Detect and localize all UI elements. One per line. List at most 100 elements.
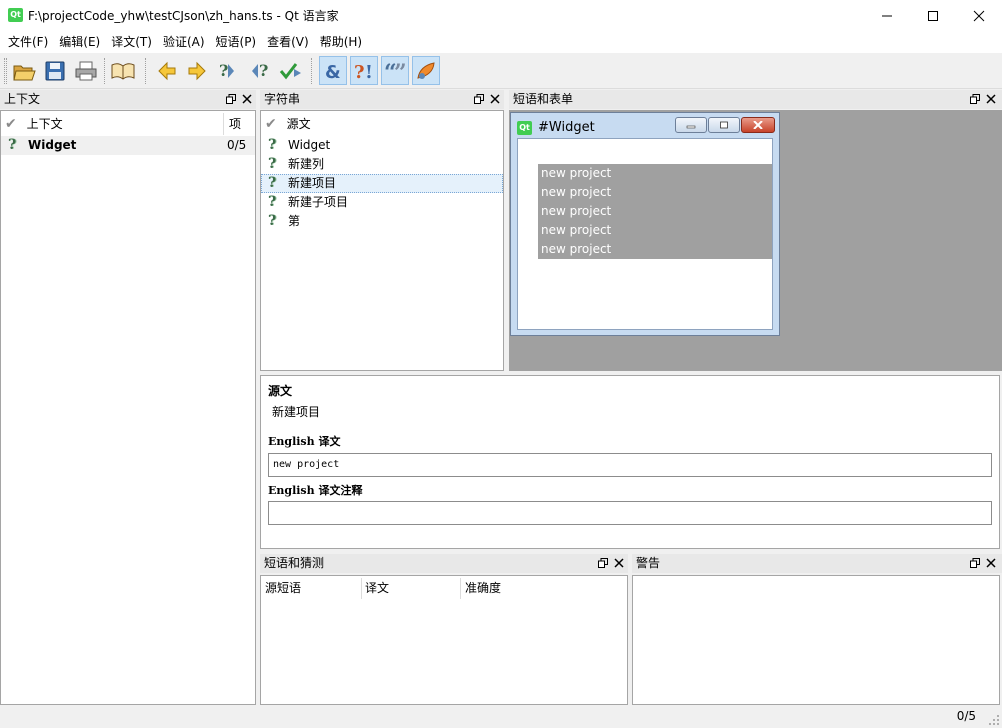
menu-edit[interactable]: 编辑(E): [54, 31, 105, 53]
source-label: 源文: [268, 384, 293, 398]
context-row-name: Widget: [28, 138, 77, 152]
window-title: F:\projectCode_yhw\testCJson\zh_hans.ts …: [28, 9, 339, 23]
context-list[interactable]: ✔ 上下文 项 ? Widget 0/5: [0, 110, 256, 705]
preview-maximize-button[interactable]: [708, 117, 740, 133]
close-icon: [986, 558, 996, 568]
ending-punctuation-button[interactable]: ? !: [350, 56, 378, 85]
context-float-button[interactable]: [225, 93, 237, 105]
ampersand-icon: &: [325, 62, 341, 82]
size-grip-icon[interactable]: [988, 714, 1000, 726]
question-mark-icon: ?: [8, 137, 17, 153]
source-header-label: 源文: [286, 117, 311, 131]
forms-close-button[interactable]: [985, 93, 997, 105]
qt-app-icon: Qt: [8, 8, 23, 22]
prev-button[interactable]: [153, 56, 181, 85]
svg-text:?: ?: [259, 61, 268, 80]
close-icon: [242, 94, 252, 104]
forms-float-button[interactable]: [969, 93, 981, 105]
form-preview-area[interactable]: Qt #Widget new project new project new p…: [509, 110, 1002, 371]
accelerators-button[interactable]: &: [319, 56, 347, 85]
place-marker-button[interactable]: [412, 56, 440, 85]
done-next-button[interactable]: [277, 56, 305, 85]
preview-list-item[interactable]: new project: [541, 221, 611, 240]
header-divider: [361, 578, 362, 599]
preview-minimize-button[interactable]: [675, 117, 707, 133]
next-button[interactable]: [183, 56, 211, 85]
string-row[interactable]: ? 新建列: [261, 155, 503, 174]
maximize-button[interactable]: [910, 0, 956, 31]
phrases-close-button[interactable]: [613, 557, 625, 569]
phrase-matches-button[interactable]: “ ”: [381, 56, 409, 85]
place-marker-icon: [417, 61, 435, 79]
status-count: 0/5: [956, 709, 976, 723]
source-phrase-header[interactable]: 源短语: [265, 576, 361, 600]
items-header[interactable]: 项: [229, 112, 255, 136]
translation-editor: 源文 新建项目 English 译文 new project English 译…: [260, 375, 1000, 549]
arrow-right-icon: [188, 61, 206, 80]
preview-list-item[interactable]: new project: [541, 164, 611, 183]
translation-header[interactable]: 译文: [365, 576, 461, 600]
title-bar: Qt F:\projectCode_yhw\testCJson\zh_hans.…: [0, 0, 1002, 31]
accuracy-header[interactable]: 准确度: [465, 576, 561, 600]
strings-float-button[interactable]: [473, 93, 485, 105]
context-dock-title-text: 上下文: [4, 92, 41, 106]
comment-label: English 译文注释: [268, 484, 363, 497]
menu-file[interactable]: 文件(F): [3, 31, 53, 53]
folder-open-icon: [13, 65, 36, 80]
open-button[interactable]: [10, 56, 38, 85]
context-header[interactable]: ✔ 上下文: [5, 112, 225, 136]
preview-list[interactable]: new project new project new project new …: [538, 164, 772, 259]
warnings-dock-title-text: 警告: [636, 556, 661, 570]
phrasebook-button[interactable]: [109, 56, 137, 85]
preview-list-item[interactable]: new project: [541, 240, 611, 259]
context-row[interactable]: ? Widget 0/5: [1, 136, 255, 155]
menu-phrases[interactable]: 短语(P): [211, 31, 262, 53]
string-row[interactable]: ? 新建子项目: [261, 193, 503, 212]
warnings-float-button[interactable]: [969, 557, 981, 569]
warnings-list[interactable]: [632, 575, 1000, 705]
menu-help[interactable]: 帮助(H): [315, 31, 367, 53]
preview-window[interactable]: Qt #Widget new project new project new p…: [510, 112, 780, 336]
string-row-text: 第: [288, 214, 301, 228]
source-header[interactable]: ✔ 源文: [265, 112, 495, 136]
save-button[interactable]: [41, 56, 69, 85]
prev-unfinished-button[interactable]: ?: [214, 56, 242, 85]
context-close-button[interactable]: [241, 93, 253, 105]
translation-label: English 译文: [268, 435, 341, 448]
translation-input[interactable]: new project: [268, 453, 992, 477]
string-row-selected[interactable]: ? 新建项目: [261, 174, 503, 193]
toolbar-grip[interactable]: [4, 58, 7, 84]
menu-validation[interactable]: 验证(A): [158, 31, 210, 53]
menu-translation[interactable]: 译文(T): [106, 31, 157, 53]
question-mark-icon: ?: [268, 194, 277, 210]
strings-dock-title-text: 字符串: [264, 92, 301, 106]
next-unfinished-button[interactable]: ?: [246, 56, 274, 85]
preview-list-item[interactable]: new project: [541, 202, 611, 221]
close-icon: [614, 558, 624, 568]
phrases-dock-title-text: 短语和猜测: [264, 556, 325, 570]
minimize-button[interactable]: [864, 0, 910, 31]
toolbar: ? ? & ? ! “ ”: [0, 53, 1002, 89]
float-icon: [970, 94, 980, 104]
preview-close-button[interactable]: [741, 117, 775, 133]
status-bar: 0/5: [0, 706, 1002, 728]
punctuation-icon: ? !: [354, 62, 373, 82]
forms-dock-title: 短语和表单: [509, 90, 1002, 109]
close-button[interactable]: [956, 0, 1002, 31]
print-button[interactable]: [72, 56, 100, 85]
float-icon: [970, 558, 980, 568]
string-row[interactable]: ? 第: [261, 212, 503, 231]
comment-input[interactable]: [268, 501, 992, 525]
preview-list-item[interactable]: new project: [541, 183, 611, 202]
menu-view[interactable]: 查看(V): [262, 31, 314, 53]
phrases-list[interactable]: 源短语 译文 准确度: [260, 575, 628, 705]
phrases-float-button[interactable]: [597, 557, 609, 569]
check-next-icon: [279, 62, 301, 79]
string-row[interactable]: ? Widget: [261, 136, 503, 155]
strings-list[interactable]: ✔ 源文 ? Widget ? 新建列 ? 新建项目 ? 新建子项目 ? 第: [260, 110, 504, 371]
next-unfinished-icon: ?: [252, 61, 268, 80]
warnings-close-button[interactable]: [985, 557, 997, 569]
preview-window-title: #Widget: [538, 120, 595, 135]
strings-close-button[interactable]: [489, 93, 501, 105]
close-icon: [490, 94, 500, 104]
